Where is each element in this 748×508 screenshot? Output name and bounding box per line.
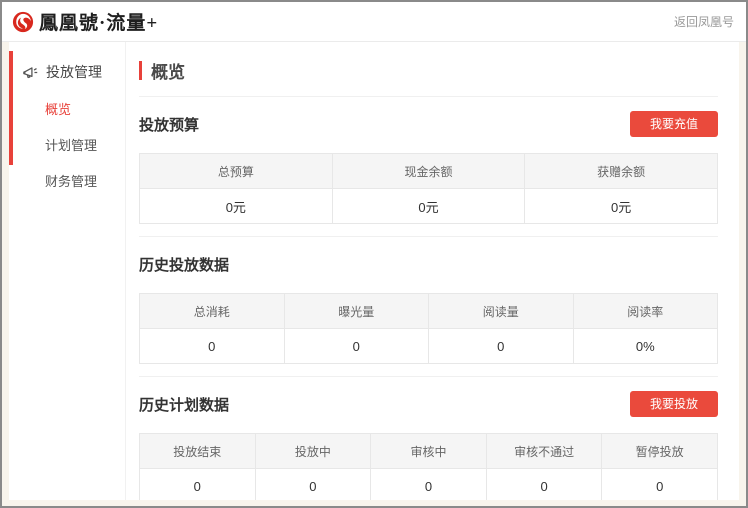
logo-text: 鳳凰號·流量+ bbox=[39, 8, 158, 35]
table-value-cell: 0 bbox=[602, 469, 718, 501]
section-heading: 投放预算 bbox=[139, 114, 199, 135]
table-header-cell: 现金余额 bbox=[332, 154, 525, 189]
table-header-cell: 曝光量 bbox=[284, 294, 429, 329]
table-header-cell: 总消耗 bbox=[140, 294, 285, 329]
section-divider bbox=[139, 376, 718, 377]
section-head: 历史投放数据 bbox=[139, 251, 718, 277]
section-heading: 历史投放数据 bbox=[139, 254, 229, 275]
section-heading: 历史计划数据 bbox=[139, 394, 229, 415]
table-value-cell: 0元 bbox=[140, 189, 333, 224]
table-value-cell: 0 bbox=[429, 329, 574, 364]
table-header-cell: 阅读率 bbox=[573, 294, 718, 329]
sidebar-accent-bar bbox=[9, 51, 13, 165]
section-divider bbox=[139, 236, 718, 237]
page-title: 概览 bbox=[151, 58, 185, 83]
section-history-plan-data: 历史计划数据 我要投放 投放结束投放中审核中审核不通过暂停投放 00000 bbox=[139, 391, 718, 500]
sidebar-group-label: 投放管理 bbox=[46, 62, 102, 82]
table-value-cell: 0元 bbox=[525, 189, 718, 224]
table-value-cell: 0% bbox=[573, 329, 718, 364]
table-header-cell: 审核中 bbox=[371, 434, 487, 469]
sidebar-menu: 概览计划管理财务管理 bbox=[9, 99, 125, 190]
table-header-cell: 投放结束 bbox=[140, 434, 256, 469]
sidebar-item-finance-management[interactable]: 财务管理 bbox=[9, 171, 125, 190]
sidebar-group-ad-management[interactable]: 投放管理 bbox=[9, 62, 125, 82]
launch-button[interactable]: 我要投放 bbox=[630, 391, 718, 417]
table-value-cell: 0 bbox=[371, 469, 487, 501]
table-value-row: 0元0元0元 bbox=[140, 189, 718, 224]
section-ad-budget: 投放预算 我要充值 总预算现金余额获赠余额 0元0元0元 bbox=[139, 111, 718, 237]
sidebar-item-overview[interactable]: 概览 bbox=[9, 99, 125, 118]
data-table: 总消耗曝光量阅读量阅读率 0000% bbox=[139, 293, 718, 364]
table-value-row: 00000 bbox=[140, 469, 718, 501]
table-header-cell: 总预算 bbox=[140, 154, 333, 189]
back-to-phoenix-link[interactable]: 返回凤凰号 bbox=[674, 13, 734, 30]
recharge-button[interactable]: 我要充值 bbox=[630, 111, 718, 137]
table-header-cell: 获赠余额 bbox=[525, 154, 718, 189]
table-header-row: 总消耗曝光量阅读量阅读率 bbox=[140, 294, 718, 329]
table-header-cell: 审核不通过 bbox=[486, 434, 602, 469]
data-table: 总预算现金余额获赠余额 0元0元0元 bbox=[139, 153, 718, 224]
phoenix-logo-icon bbox=[12, 11, 34, 33]
section-history-ad-data: 历史投放数据 总消耗曝光量阅读量阅读率 0000% bbox=[139, 251, 718, 377]
table-header-cell: 阅读量 bbox=[429, 294, 574, 329]
page-title-row: 概览 bbox=[139, 56, 718, 83]
table-value-cell: 0 bbox=[140, 469, 256, 501]
page-title-accent-bar bbox=[139, 61, 142, 80]
section-head: 历史计划数据 我要投放 bbox=[139, 391, 718, 417]
data-table: 投放结束投放中审核中审核不通过暂停投放 00000 bbox=[139, 433, 718, 500]
megaphone-icon bbox=[22, 64, 39, 81]
app-window: 鳳凰號·流量+ 返回凤凰号 投放管理 概览计划管理财务管理 概览 bbox=[0, 0, 748, 508]
table-header-cell: 投放中 bbox=[255, 434, 371, 469]
top-header: 鳳凰號·流量+ 返回凤凰号 bbox=[2, 2, 746, 42]
table-header-cell: 暂停投放 bbox=[602, 434, 718, 469]
title-divider bbox=[139, 96, 718, 97]
table-header-row: 投放结束投放中审核中审核不通过暂停投放 bbox=[140, 434, 718, 469]
main-content: 概览 投放预算 我要充值 总预算现金余额获赠余额 0元0元0元 历史投放数据 总… bbox=[126, 42, 739, 500]
table-header-row: 总预算现金余额获赠余额 bbox=[140, 154, 718, 189]
section-head: 投放预算 我要充值 bbox=[139, 111, 718, 137]
table-value-cell: 0 bbox=[284, 329, 429, 364]
table-value-cell: 0 bbox=[140, 329, 285, 364]
phoenix-logo[interactable]: 鳳凰號·流量+ bbox=[12, 8, 158, 35]
table-value-cell: 0 bbox=[486, 469, 602, 501]
table-value-row: 0000% bbox=[140, 329, 718, 364]
content-row: 投放管理 概览计划管理财务管理 概览 投放预算 我要充值 总预算现金余额获赠余额… bbox=[2, 42, 746, 506]
table-value-cell: 0元 bbox=[332, 189, 525, 224]
sections-container: 投放预算 我要充值 总预算现金余额获赠余额 0元0元0元 历史投放数据 总消耗曝… bbox=[139, 111, 718, 500]
sidebar: 投放管理 概览计划管理财务管理 bbox=[9, 42, 126, 500]
sidebar-item-plan-management[interactable]: 计划管理 bbox=[9, 135, 125, 154]
table-value-cell: 0 bbox=[255, 469, 371, 501]
